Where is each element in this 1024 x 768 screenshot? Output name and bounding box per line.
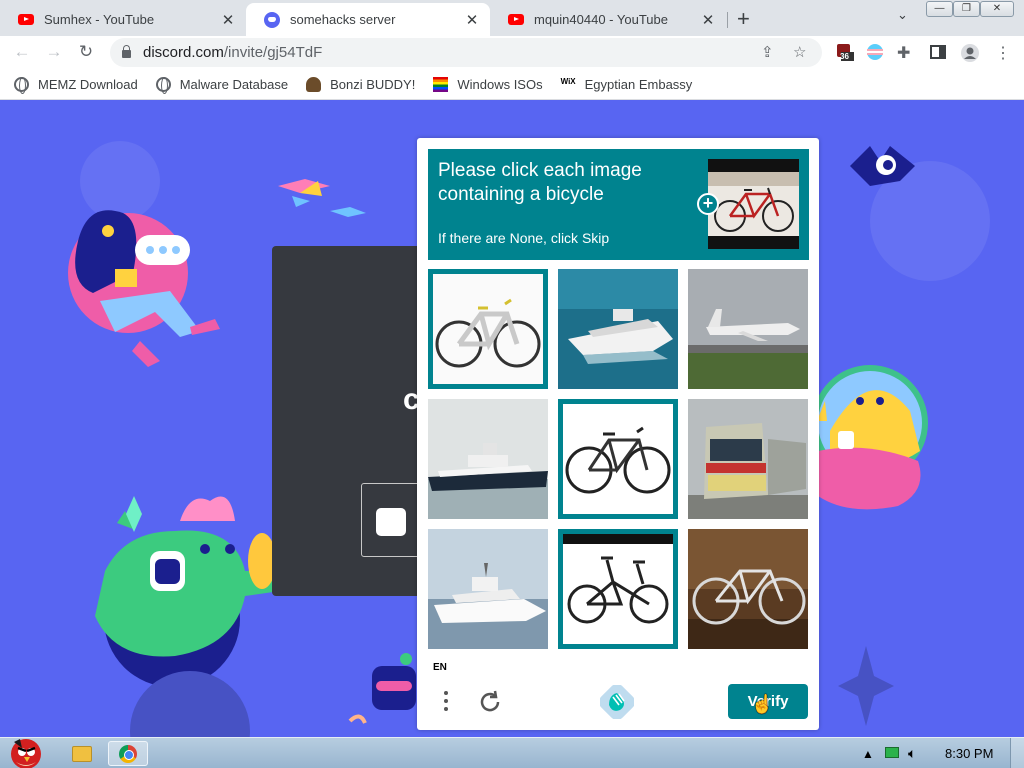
close-window-button[interactable]: ✕ — [980, 1, 1014, 17]
speech-bubble-decoration — [135, 235, 190, 265]
globe-icon — [155, 76, 171, 94]
forward-arrow-icon[interactable]: → — [42, 40, 66, 64]
extensions-puzzle-icon[interactable]: ✚ — [897, 43, 915, 62]
show-desktop-button[interactable] — [1010, 738, 1024, 768]
show-hidden-icons-arrow-icon[interactable]: ▲ — [862, 747, 874, 761]
bookmark-label: Malware Database — [179, 76, 289, 92]
bookmark-malware-database[interactable]: Malware Database — [155, 76, 289, 94]
bookmark-bonzi[interactable]: Bonzi BUDDY! — [306, 76, 416, 92]
globe-icon — [14, 76, 29, 94]
challenge-prompt: Please click each image containing a bic… — [428, 149, 809, 260]
back-arrow-icon[interactable]: ← — [10, 40, 34, 64]
discord-invite-page: c Please click each image containing a b… — [0, 101, 1024, 737]
reload-icon[interactable]: ↻ — [74, 40, 98, 64]
bookmark-windows-isos[interactable]: Windows ISOs — [433, 76, 543, 92]
start-button-angry-bird-icon[interactable] — [2, 732, 48, 768]
windows-taskbar: ▲ 🔈︎ 8:30 PM — [0, 737, 1024, 768]
tab-title: mquin40440 - YouTube — [534, 12, 668, 27]
url-text[interactable]: discord.com/invite/gj54TdF — [143, 44, 322, 61]
trans-flag-extension-icon[interactable] — [866, 43, 884, 61]
grid-tile-bicycle[interactable] — [428, 269, 548, 389]
hcaptcha-challenge: Please click each image containing a bic… — [417, 138, 819, 730]
zoom-plus-icon[interactable]: + — [697, 193, 719, 215]
bookmark-memz[interactable]: MEMZ Download — [14, 76, 138, 94]
tab-title: Sumhex - YouTube — [44, 12, 155, 27]
bookmark-label: Windows ISOs — [457, 76, 543, 92]
bookmark-label: Bonzi BUDDY! — [330, 76, 416, 92]
prompt-title: Please click each image containing a bic… — [438, 160, 642, 205]
bonzi-icon — [306, 76, 322, 92]
tab-search-chevron-icon[interactable]: ⌄ — [897, 7, 908, 23]
tab-strip: Sumhex - YouTube ✕ somehacks server ✕ mq… — [0, 0, 1024, 36]
profile-avatar-icon[interactable] — [960, 43, 979, 62]
bookmark-egyptian-embassy[interactable]: WiX Egyptian Embassy — [561, 77, 693, 92]
tab-title: somehacks server — [290, 12, 396, 27]
tab-sumhex[interactable]: Sumhex - YouTube ✕ — [0, 3, 246, 36]
yellow-character-illustration — [812, 365, 928, 510]
grid-tile-yacht[interactable] — [428, 529, 548, 649]
refresh-challenge-icon[interactable] — [477, 689, 503, 715]
menu-dots-icon[interactable] — [439, 691, 453, 713]
card-button-outline — [361, 483, 421, 557]
image-grid — [428, 269, 808, 649]
grid-tile-ship[interactable] — [428, 399, 548, 519]
address-bar[interactable]: discord.com/invite/gj54TdF ⇪ ☆ — [110, 38, 822, 67]
taskbar-explorer-folder-icon[interactable] — [62, 741, 102, 766]
grid-tile-bicycle[interactable] — [558, 399, 678, 519]
extension-shield-icon[interactable]: 36 — [836, 43, 854, 61]
girl-character-illustration — [68, 210, 220, 367]
rainbow-flag-icon — [433, 76, 449, 92]
wix-icon: WiX — [560, 76, 576, 86]
close-tab-icon[interactable]: ✕ — [220, 11, 236, 29]
discord-invite-card: c — [272, 246, 432, 596]
youtube-icon — [18, 12, 34, 28]
share-icon[interactable]: ⇪ — [761, 43, 774, 61]
language-selector[interactable]: EN — [433, 662, 447, 673]
new-tab-button[interactable]: + — [737, 6, 750, 32]
extension-badge: 36 — [840, 52, 849, 61]
robot-character-decoration — [372, 653, 416, 710]
browser-toolbar: ← → ↻ discord.com/invite/gj54TdF ⇪ ☆ 36 … — [0, 36, 1024, 69]
grid-tile-airplane[interactable] — [688, 269, 808, 389]
taskbar-chrome-icon[interactable] — [108, 741, 148, 766]
bookmark-label: Egyptian Embassy — [584, 76, 693, 92]
network-status-icon[interactable] — [885, 747, 899, 758]
side-panel-icon[interactable] — [929, 43, 947, 61]
hand-cursor-icon: ☝ — [751, 694, 774, 714]
star-decoration — [838, 646, 894, 726]
close-tab-icon[interactable]: ✕ — [464, 11, 480, 29]
system-clock[interactable]: 8:30 PM — [945, 746, 993, 761]
close-tab-icon[interactable]: ✕ — [700, 11, 716, 29]
minimize-button[interactable]: — — [926, 1, 953, 17]
youtube-icon — [508, 12, 524, 28]
bookmarks-bar: MEMZ Download Malware Database Bonzi BUD… — [0, 69, 1024, 100]
example-bicycle-image[interactable] — [708, 159, 799, 249]
shoe-decoration — [348, 714, 367, 724]
tab-mquin[interactable]: mquin40440 - YouTube ✕ — [490, 3, 726, 36]
tab-divider — [727, 12, 728, 28]
restore-button[interactable]: ❐ — [953, 1, 980, 17]
grid-tile-folding-bicycle[interactable] — [558, 529, 678, 649]
bookmark-star-icon[interactable]: ☆ — [793, 43, 806, 61]
grid-tile-bicycle[interactable] — [688, 529, 808, 649]
grid-tile-yacht[interactable] — [558, 269, 678, 389]
hcaptcha-logo-icon[interactable] — [599, 684, 635, 720]
lock-icon[interactable] — [122, 45, 131, 58]
card-button-square — [376, 508, 406, 536]
bookmark-label: MEMZ Download — [38, 76, 138, 92]
discord-icon — [264, 11, 280, 28]
paper-bird-decoration — [278, 179, 366, 217]
tab-somehacks[interactable]: somehacks server ✕ — [246, 3, 490, 36]
grid-tile-train[interactable] — [688, 399, 808, 519]
skip-hint: If there are None, click Skip — [438, 230, 610, 246]
menu-kebab-icon[interactable]: ⋮ — [994, 43, 1012, 62]
volume-icon[interactable]: 🔈︎ — [908, 745, 916, 762]
